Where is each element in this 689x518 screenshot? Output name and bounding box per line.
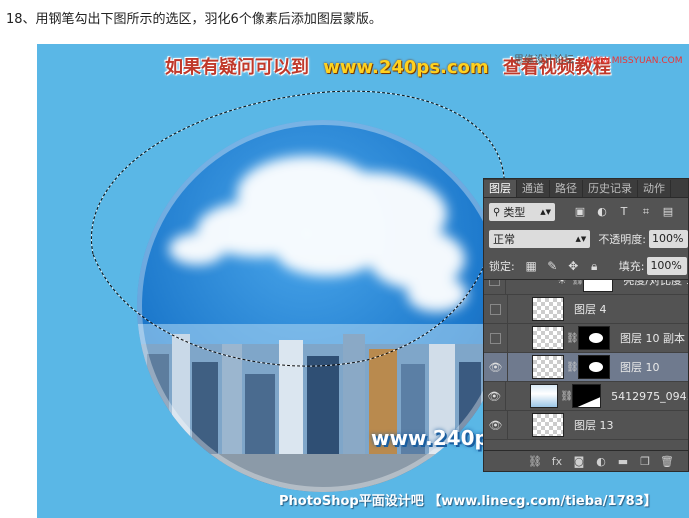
layer-row[interactable]: ☀ ⛓ 亮度/对比度 1: [484, 279, 688, 295]
opacity-input[interactable]: 100%: [649, 230, 688, 248]
filter-icons: ▣ ◐ T ⌗ ▤: [569, 205, 679, 219]
layer-thumbnail[interactable]: [532, 413, 564, 437]
layer-thumbnail[interactable]: [529, 384, 559, 408]
lock-row: 锁定: ▦ ✎ ✥ 🔒︎ 填充: 100%: [484, 255, 688, 277]
layer-mask-thumbnail[interactable]: [572, 384, 602, 408]
layer-mask-thumbnail[interactable]: [578, 355, 610, 379]
link-icon: ⛓: [566, 361, 579, 373]
lock-label: 锁定:: [489, 260, 515, 273]
layer-row[interactable]: 👁︎ ⛓ 5412975_094...: [484, 382, 688, 411]
layer-mask-thumbnail[interactable]: [578, 326, 610, 350]
visibility-toggle[interactable]: 👁︎: [484, 411, 508, 439]
layer-thumbnail[interactable]: [532, 355, 564, 379]
layer-list[interactable]: ☀ ⛓ 亮度/对比度 1 图层 4 ⛓ 图层 10 副本 👁︎ ⛓ 图层 10 …: [484, 279, 688, 451]
updown-arrow-icon: ▲▼: [575, 235, 587, 243]
image-filter-icon[interactable]: ▣: [569, 205, 591, 219]
layer-mask-thumbnail[interactable]: [583, 280, 614, 292]
visibility-toggle[interactable]: 👁︎: [484, 353, 508, 381]
blend-mode-select[interactable]: 正常 ▲▼: [489, 230, 591, 248]
eye-icon: 👁︎: [487, 389, 502, 403]
tab-paths[interactable]: 路径: [550, 180, 583, 197]
hidden-box-icon: [489, 280, 501, 286]
layer-row-selected[interactable]: 👁︎ ⛓ 图层 10: [484, 353, 688, 382]
layers-panel[interactable]: 图层 通道 路径 历史记录 动作 ⚲ 类型 ▲▼ ▣ ◐ T ⌗ ▤ 正常 ▲▼…: [483, 178, 689, 472]
layer-row[interactable]: 图层 4: [484, 295, 688, 324]
type-filter-icon[interactable]: T: [613, 205, 635, 219]
tab-history[interactable]: 历史记录: [583, 180, 638, 197]
add-mask-icon[interactable]: ◙: [568, 455, 590, 468]
filter-row: ⚲ 类型 ▲▼ ▣ ◐ T ⌗ ▤: [484, 201, 688, 223]
blend-row: 正常 ▲▼ 不透明度: 100%: [484, 228, 688, 250]
shape-filter-icon[interactable]: ⌗: [635, 205, 657, 219]
updown-arrow-icon: ▲▼: [540, 208, 551, 216]
missyuan-watermark: 思缘设计论坛 WWW.MISSYUAN.COM: [514, 51, 683, 66]
tab-channels[interactable]: 通道: [517, 180, 550, 197]
search-icon: ⚲: [493, 206, 501, 218]
layer-name[interactable]: 图层 10: [620, 359, 660, 375]
trash-icon[interactable]: 🗑︎: [656, 455, 678, 468]
visibility-toggle[interactable]: 👁︎: [484, 382, 506, 410]
hidden-box-icon: [490, 332, 501, 344]
eye-icon: 👁︎: [488, 418, 503, 432]
link-icon: ⛓: [560, 390, 574, 402]
footer-credit: PhotoShop平面设计吧 【www.linecg.com/tieba/178…: [279, 494, 657, 509]
link-icon: ⛓: [566, 332, 579, 344]
panel-tabs: 图层 通道 路径 历史记录 动作: [484, 179, 688, 198]
lock-all-icon[interactable]: 🔒︎: [584, 259, 605, 274]
panel-bottom-bar: ⛓ fx ◙ ◐ ▬ ❐ 🗑︎: [484, 450, 688, 471]
fill-label: 填充:: [618, 260, 645, 273]
lock-position-icon[interactable]: ✥: [563, 259, 584, 274]
watermark-site: WWW.MISSYUAN.COM: [583, 56, 683, 66]
lock-transparent-icon[interactable]: ▦: [521, 259, 542, 274]
photoshop-canvas[interactable]: 如果有疑问可以到 www.240ps.com 查看视频教程 思缘设计论坛 WWW…: [37, 44, 689, 518]
layer-row[interactable]: 👁︎ 图层 13: [484, 411, 688, 440]
link-layers-icon[interactable]: ⛓: [524, 455, 546, 468]
layer-row[interactable]: ⛓ 图层 10 副本: [484, 324, 688, 353]
layer-name[interactable]: 5412975_094...: [611, 390, 688, 403]
layer-name[interactable]: 亮度/对比度 1: [623, 280, 688, 288]
watermark-text: 思缘设计论坛: [514, 55, 574, 66]
new-layer-icon[interactable]: ❐: [634, 455, 656, 468]
visibility-toggle[interactable]: [484, 295, 508, 323]
adjustment-layer-icon[interactable]: ◐: [590, 455, 612, 468]
kind-filter-label: 类型: [503, 206, 526, 219]
adjustment-layer-icon: ☀: [557, 279, 567, 287]
layer-thumbnail[interactable]: [532, 326, 564, 350]
banner-site: www.240ps.com: [323, 57, 489, 78]
visibility-toggle[interactable]: [484, 280, 507, 294]
layer-name[interactable]: 图层 13: [574, 417, 614, 433]
adjustment-filter-icon[interactable]: ◐: [591, 205, 613, 219]
opacity-label: 不透明度:: [598, 233, 647, 246]
lock-paint-icon[interactable]: ✎: [542, 259, 563, 274]
blend-mode-value: 正常: [493, 233, 515, 246]
kind-filter-select[interactable]: ⚲ 类型 ▲▼: [489, 203, 555, 221]
visibility-toggle[interactable]: [484, 324, 508, 352]
tab-layers[interactable]: 图层: [484, 180, 517, 197]
layer-name[interactable]: 图层 10 副本: [620, 330, 685, 346]
lock-icons: ▦ ✎ ✥ 🔒︎: [521, 259, 605, 274]
hidden-box-icon: [490, 303, 501, 315]
layer-thumbnail[interactable]: [532, 297, 564, 321]
layer-name[interactable]: 图层 4: [574, 301, 607, 317]
link-icon: ⛓: [571, 279, 585, 286]
tab-actions[interactable]: 动作: [638, 180, 671, 197]
instruction-text: 18、用钢笔勾出下图所示的选区，羽化6个像素后添加图层蒙版。: [6, 12, 382, 27]
new-group-icon[interactable]: ▬: [612, 455, 634, 468]
smart-object-filter-icon[interactable]: ▤: [657, 205, 679, 219]
eye-icon: 👁︎: [488, 360, 503, 374]
banner-prefix: 如果有疑问可以到: [165, 57, 309, 78]
layer-style-icon[interactable]: fx: [546, 455, 568, 468]
fill-input[interactable]: 100%: [647, 257, 688, 275]
